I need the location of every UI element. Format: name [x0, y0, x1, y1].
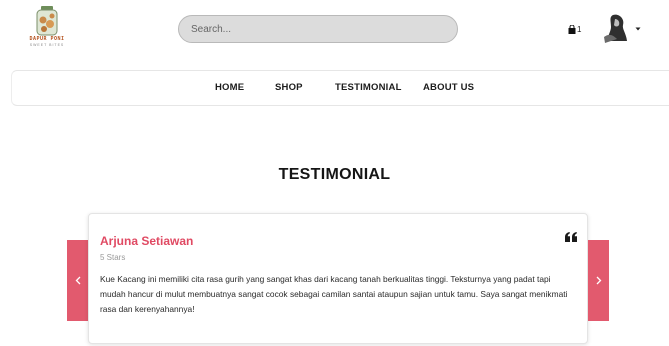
carousel-next-button[interactable]	[588, 240, 609, 321]
testimonial-card: Arjuna Setiawan 5 Stars Kue Kacang ini m…	[88, 213, 588, 344]
carousel-prev-button[interactable]	[67, 240, 88, 321]
rating-text: 5 Stars	[100, 253, 126, 262]
logo-name: DAPUR PONI	[29, 36, 65, 42]
search-input[interactable]	[178, 15, 458, 43]
avatar[interactable]	[599, 11, 635, 47]
quote-icon	[565, 232, 577, 242]
logo[interactable]: DAPUR PONI SWEET BITES	[24, 6, 70, 52]
review-text: Kue Kacang ini memiliki cita rasa gurih …	[100, 274, 568, 314]
main-nav: HOME SHOP TESTIMONIAL ABOUT US	[11, 70, 669, 106]
nav-about-us[interactable]: ABOUT US	[423, 82, 474, 93]
chevron-right-icon	[596, 276, 601, 285]
section-title: TESTIMONIAL	[278, 166, 391, 183]
cart-icon	[568, 24, 576, 34]
nav-home[interactable]: HOME	[215, 82, 244, 93]
cart-count: 1	[577, 24, 582, 34]
cart-button[interactable]: 1	[568, 23, 581, 35]
chevron-left-icon	[75, 276, 80, 285]
nav-shop[interactable]: SHOP	[275, 82, 303, 93]
nav-testimonial[interactable]: TESTIMONIAL	[335, 82, 402, 93]
reviewer-name: Arjuna Setiawan	[100, 234, 194, 248]
caret-down-icon[interactable]	[635, 26, 641, 32]
header: DAPUR PONI SWEET BITES 1	[0, 0, 669, 62]
logo-tagline: SWEET BITES	[29, 43, 65, 47]
logo-jar-icon	[36, 6, 58, 36]
